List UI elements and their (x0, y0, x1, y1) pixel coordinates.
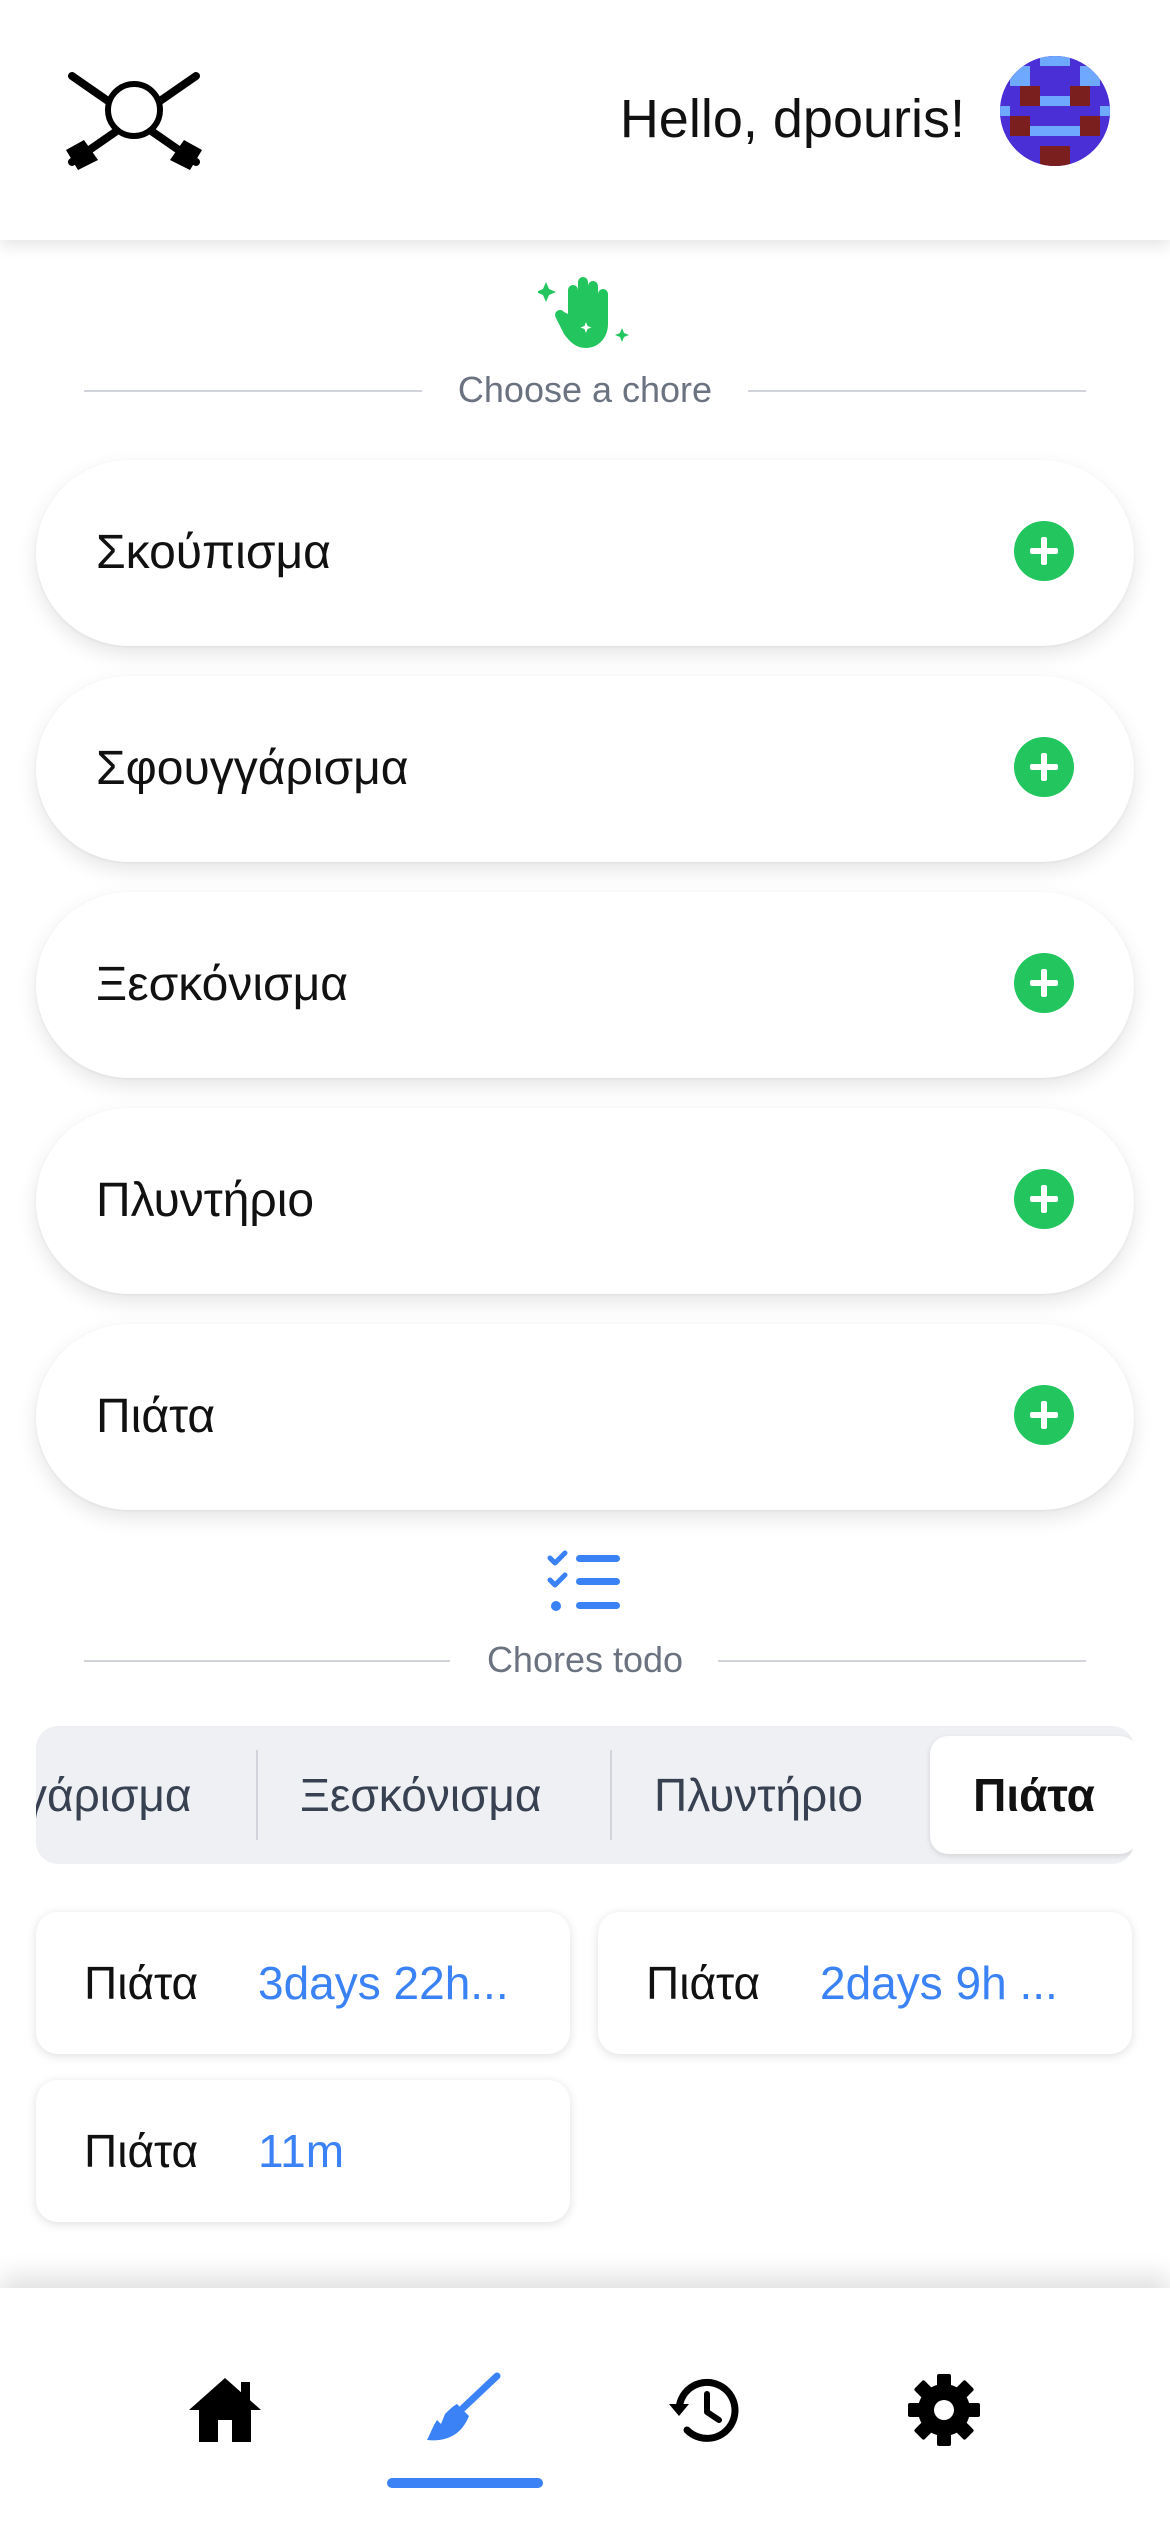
active-tab-indicator (387, 2478, 543, 2488)
chore-label: Πλυντήριο (96, 1174, 315, 1227)
add-chore-button[interactable] (1014, 521, 1074, 581)
greeting-text: Hello, dpouris! (619, 89, 965, 149)
todo-card[interactable]: Πιάτα 2days 9h ... (598, 1912, 1132, 2054)
avatar[interactable] (1000, 56, 1110, 166)
chore-card-sfouggarisma[interactable]: Σφουγγάρισμα (36, 676, 1134, 862)
chore-card-plyntirio[interactable]: Πλυντήριο (36, 1108, 1134, 1294)
todo-card[interactable]: Πιάτα 11m (36, 2080, 570, 2222)
tab-sfouggarisma[interactable]: γάρισμα (36, 1726, 191, 1864)
chore-card-skoupisma[interactable]: Σκούπισμα (36, 460, 1134, 646)
todo-time: 11m (258, 2125, 345, 2177)
add-chore-button[interactable] (1014, 737, 1074, 797)
todo-time: 2days 9h ... (820, 1957, 1058, 2009)
todo-name: Πιάτα (84, 2125, 199, 2177)
todo-name: Πιάτα (646, 1957, 761, 2009)
divider-line-right (748, 390, 1086, 392)
chore-tabs[interactable]: γάρισμα Ξεσκόνισμα Πλυντήριο Πιάτα (36, 1726, 1134, 1864)
todo-card[interactable]: Πιάτα 3days 22h... (36, 1912, 570, 2054)
tab-plyntirio[interactable]: Πλυντήριο (654, 1726, 863, 1864)
add-chore-button[interactable] (1014, 1385, 1074, 1445)
bottom-nav (0, 2288, 1170, 2532)
divider-line-right (718, 1660, 1086, 1662)
chores-todo-divider: Chores todo (84, 1640, 1086, 1680)
todo-time: 3days 22h... (258, 1957, 509, 2009)
history-icon[interactable] (665, 2370, 745, 2450)
crossed-brooms-icon[interactable] (64, 70, 204, 170)
checklist-icon (547, 1550, 620, 1611)
home-icon[interactable] (185, 2370, 265, 2450)
chore-label: Πιάτα (96, 1390, 216, 1443)
choose-chore-divider: Choose a chore (84, 370, 1086, 410)
add-chore-button[interactable] (1014, 953, 1074, 1013)
chore-label: Σφουγγάρισμα (96, 742, 409, 795)
tab-separator (256, 1750, 258, 1840)
gear-icon[interactable] (904, 2370, 984, 2450)
tab-piata[interactable]: Πιάτα (930, 1736, 1134, 1854)
add-chore-button[interactable] (1014, 1169, 1074, 1229)
todo-name: Πιάτα (84, 1957, 199, 2009)
chore-label: Σκούπισμα (96, 526, 331, 579)
tab-xeskonisma[interactable]: Ξεσκόνισμα (300, 1726, 542, 1864)
chore-label: Ξεσκόνισμα (96, 958, 349, 1011)
chore-card-xeskonisma[interactable]: Ξεσκόνισμα (36, 892, 1134, 1078)
chore-card-piata[interactable]: Πιάτα (36, 1324, 1134, 1510)
broom-icon[interactable] (423, 2370, 503, 2450)
sparkling-hand-icon (538, 277, 629, 348)
app-header: Hello, dpouris! (0, 0, 1170, 240)
tab-separator (610, 1750, 612, 1840)
